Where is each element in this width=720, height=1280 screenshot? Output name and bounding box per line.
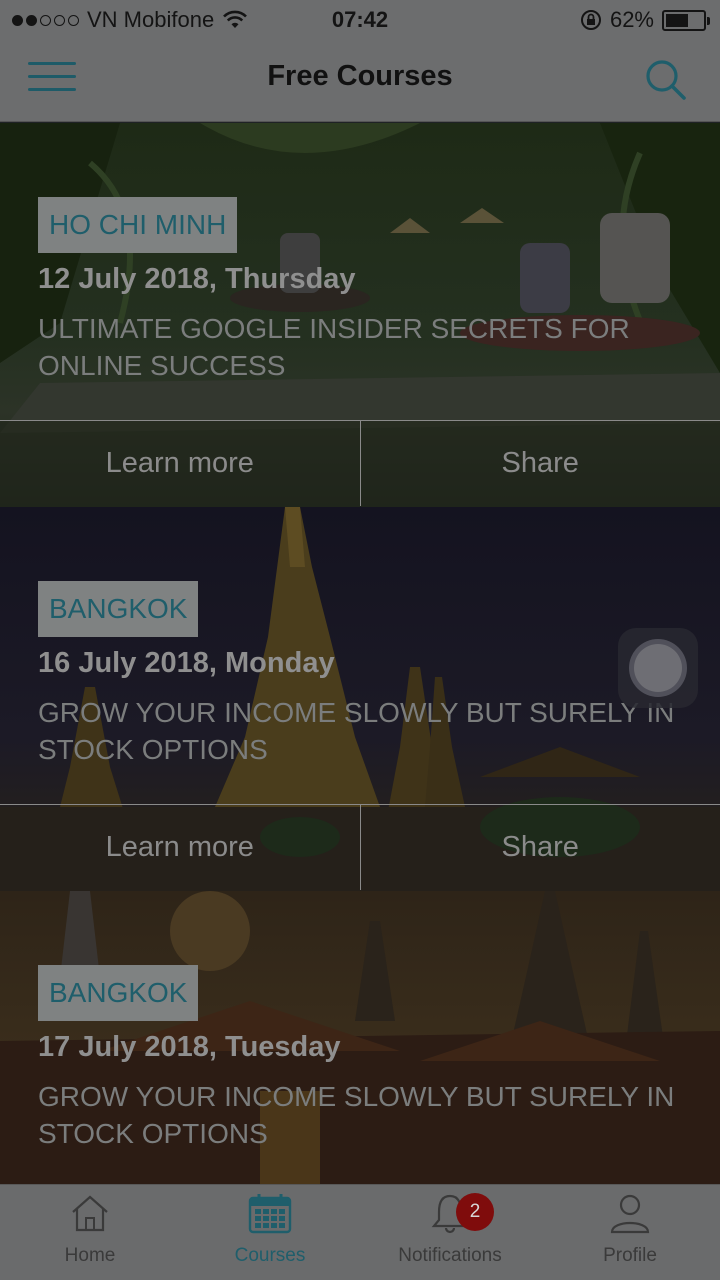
course-title: GROW YOUR INCOME SLOWLY BUT SURELY IN ST… (38, 1081, 675, 1149)
course-date: 12 July 2018, Thursday (38, 263, 356, 295)
course-title: ULTIMATE GOOGLE INSIDER SECRETS FOR ONLI… (38, 313, 630, 381)
card-content: HO CHI MINH 12 July 2018, Thursday ULTIM… (38, 197, 706, 384)
search-icon[interactable] (642, 56, 690, 104)
tab-courses[interactable]: Courses (180, 1185, 360, 1280)
notification-badge: 2 (456, 1193, 494, 1231)
tab-label: Courses (234, 1245, 306, 1266)
card-actions: Learn more Share (0, 804, 720, 890)
battery-percent: 62% (609, 7, 654, 32)
learn-more-button[interactable]: Learn more (0, 805, 360, 890)
tab-label: Notifications (398, 1245, 502, 1266)
tab-label: Home (64, 1245, 116, 1266)
card-actions: Learn more Share (0, 420, 720, 506)
city-badge: BANGKOK (38, 965, 199, 1021)
card-content: BANGKOK 17 July 2018, Tuesday GROW YOUR … (38, 965, 706, 1152)
battery-icon (662, 9, 710, 31)
course-date: 16 July 2018, Monday (38, 647, 335, 679)
course-title: GROW YOUR INCOME SLOWLY BUT SURELY IN ST… (38, 697, 675, 765)
city-badge: BANGKOK (38, 581, 199, 637)
course-card[interactable]: BANGKOK 17 July 2018, Tuesday GROW YOUR … (0, 891, 720, 1184)
tab-profile[interactable]: Profile (540, 1185, 720, 1280)
tab-bar: Home Courses 2 Notifications Profile (0, 1184, 720, 1280)
course-date: 17 July 2018, Tuesday (38, 1031, 341, 1063)
course-card[interactable]: HO CHI MINH 12 July 2018, Thursday ULTIM… (0, 123, 720, 507)
calendar-icon (248, 1194, 292, 1234)
city-badge: HO CHI MINH (38, 197, 238, 253)
nav-header: Free Courses (0, 40, 720, 122)
share-button[interactable]: Share (359, 805, 720, 890)
home-icon (72, 1195, 108, 1232)
status-right: 62% (580, 7, 710, 33)
battery-fill (666, 13, 689, 27)
share-button[interactable]: Share (359, 421, 720, 506)
assistive-touch-button[interactable] (618, 628, 698, 708)
page-title: Free Courses (267, 60, 453, 92)
person-icon (610, 1194, 650, 1234)
status-bar: VN Mobifone 07:42 62% (0, 0, 720, 40)
tab-label: Profile (603, 1245, 657, 1266)
learn-more-button[interactable]: Learn more (0, 421, 360, 506)
tab-notifications[interactable]: 2 Notifications (360, 1185, 540, 1280)
rotation-lock-icon (580, 10, 601, 30)
card-content: BANGKOK 16 July 2018, Monday GROW YOUR I… (38, 581, 706, 768)
course-card[interactable]: BANGKOK 16 July 2018, Monday GROW YOUR I… (0, 507, 720, 891)
course-list: HO CHI MINH 12 July 2018, Thursday ULTIM… (0, 123, 720, 1184)
tab-home[interactable]: Home (0, 1185, 180, 1280)
